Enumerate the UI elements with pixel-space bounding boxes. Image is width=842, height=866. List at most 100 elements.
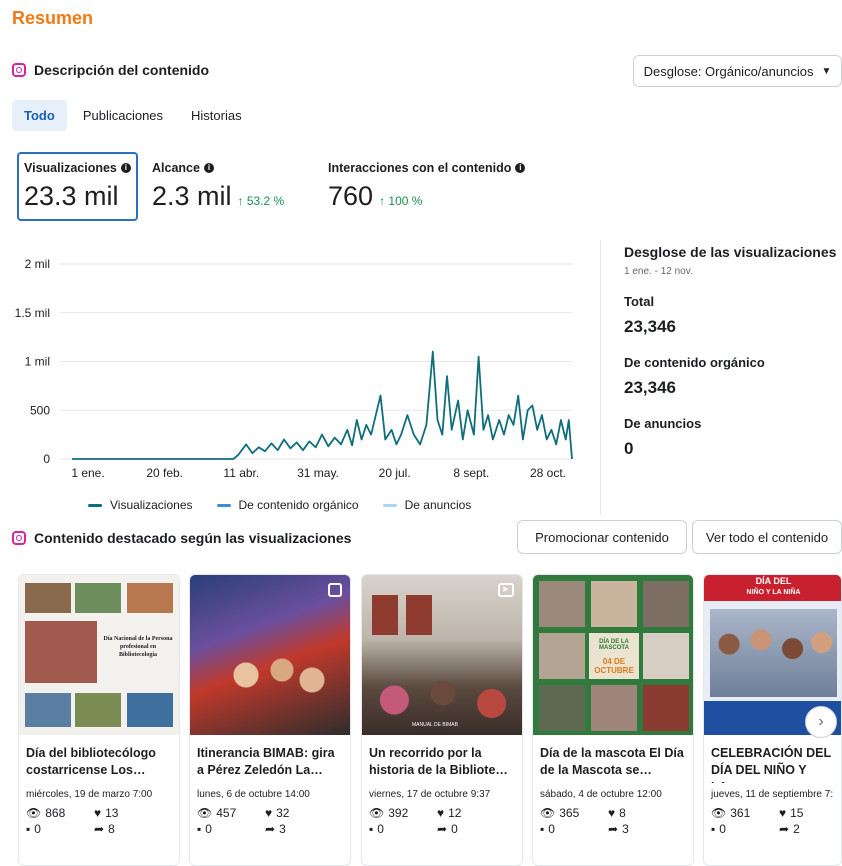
overview-header: Descripción del contenido xyxy=(12,62,209,78)
panel-item-ads: De anuncios 0 xyxy=(624,416,839,459)
panel-item-total: Total 23,346 xyxy=(624,294,839,337)
panel-item-value: 23,346 xyxy=(624,317,676,336)
content-card[interactable]: DÍA DE LA MASCOTA 04 DE OCTUBRE Día de la… xyxy=(532,574,694,866)
legend-label: De contenido orgánico xyxy=(238,498,359,512)
y-tick-label: 0 xyxy=(43,452,50,466)
likes-count: 13 xyxy=(105,806,119,820)
card-stats: 👁 868 ♥ 13 ▪ 0 ➦ 8 xyxy=(19,800,179,836)
heart-icon: ♥ xyxy=(265,806,273,820)
metric-change: ↑ 100 % xyxy=(379,194,423,208)
legend-swatch xyxy=(88,503,102,507)
card-thumbnail xyxy=(190,575,350,735)
view-all-content-button[interactable]: Ver todo el contenido xyxy=(692,520,842,554)
thumb-text: NIÑO Y LA NIÑA xyxy=(746,589,801,596)
views-count: 868 xyxy=(45,806,66,820)
y-tick-label: 2 mil xyxy=(25,257,50,271)
x-tick-label: 1 ene. xyxy=(71,466,104,480)
card-title: Día del bibliotecólogo costarricense Los… xyxy=(26,746,156,777)
content-tabs: Todo Publicaciones Historias xyxy=(12,100,254,131)
thumb-text: 04 DE OCTUBRE xyxy=(594,657,634,675)
card-stats: 👁 361 ♥ 15 ▪ 0 ➦ 2 xyxy=(704,800,841,836)
metric-visualizaciones-content: Visualizaciones i 23.3 mil xyxy=(24,161,131,212)
x-tick-label: 31 may. xyxy=(297,466,339,480)
overview-header-label: Descripción del contenido xyxy=(34,62,210,78)
comment-icon: ▪ xyxy=(26,822,31,836)
card-thumbnail: Día Nacional de la Persona profesional e… xyxy=(19,575,179,735)
info-icon[interactable]: i xyxy=(515,163,526,173)
metric-value: 23.3 mil xyxy=(24,181,119,211)
x-tick-label: 20 jul. xyxy=(379,466,411,480)
card-date: lunes, 6 de octubre 14:00 xyxy=(197,789,310,800)
tab-historias[interactable]: Historias xyxy=(179,100,254,131)
panel-item-label: De contenido orgánico xyxy=(624,355,765,370)
thumb-caption: MANUAL DE BIMAB xyxy=(412,722,458,728)
legend-label: De anuncios xyxy=(404,498,472,512)
metric-value: 760 xyxy=(328,181,374,211)
shares-count: 8 xyxy=(108,822,115,836)
metric-interacciones[interactable]: Interacciones con el contenido i 760 ↑ 100… xyxy=(328,161,526,212)
likes-count: 32 xyxy=(276,806,290,820)
shares-count: 3 xyxy=(279,822,286,836)
featured-header: Contenido destacado según las visualizac… xyxy=(12,530,351,546)
comments-count: 0 xyxy=(719,822,726,836)
comment-icon: ▪ xyxy=(369,822,374,836)
content-card[interactable]: Itinerancia BIMAB: gira a Pérez Zeledón … xyxy=(189,574,351,866)
card-thumbnail: DÍA DE LA MASCOTA 04 DE OCTUBRE xyxy=(533,575,693,735)
legend-swatch xyxy=(382,503,397,507)
tab-todo[interactable]: Todo xyxy=(12,100,67,131)
heart-icon: ♥ xyxy=(437,806,445,820)
likes-count: 8 xyxy=(619,806,626,820)
card-title: Itinerancia BIMAB: gira a Pérez Zeledón … xyxy=(197,746,335,777)
thumb-text: Día Nacional de la Persona profesional e… xyxy=(103,636,173,658)
share-icon: ➦ xyxy=(608,822,619,836)
carousel-next-button[interactable]: › xyxy=(805,706,837,738)
page-title: Resumen xyxy=(12,8,94,28)
share-icon: ➦ xyxy=(94,822,105,836)
card-title: Día de la mascota El Día de la Mascota s… xyxy=(540,746,684,777)
content-card[interactable]: MANUAL DE BIMAB ▶ Un recorrido por la hi… xyxy=(361,574,523,866)
carousel-icon xyxy=(328,583,342,597)
thumb-banner: DÍA DEL NIÑO Y LA NIÑA xyxy=(704,575,841,601)
comment-icon: ▪ xyxy=(540,822,545,836)
views-count: 365 xyxy=(559,806,580,820)
metric-label: Interacciones con el contenido xyxy=(328,161,512,175)
views-count: 457 xyxy=(216,806,237,820)
legend-label: Visualizaciones xyxy=(110,498,193,512)
content-card[interactable]: Día Nacional de la Persona profesional e… xyxy=(18,574,180,866)
thumb-badge: DÍA DE LA MASCOTA 04 DE OCTUBRE xyxy=(589,633,639,679)
tab-publicaciones[interactable]: Publicaciones xyxy=(71,100,175,131)
panel-item-value: 0 xyxy=(624,439,634,458)
thumb-text: DÍA DEL xyxy=(755,576,792,586)
panel-item-label: De anuncios xyxy=(624,416,702,431)
shares-count: 3 xyxy=(622,822,629,836)
card-stats: 👁 457 ♥ 32 ▪ 0 ➦ 3 xyxy=(190,800,350,836)
breakdown-dropdown-label: Desglose: Orgánico/anuncios xyxy=(643,63,814,79)
featured-header-label: Contenido destacado según las visualizac… xyxy=(34,530,352,546)
y-tick-label: 1 mil xyxy=(25,355,50,369)
panel-date-range: 1 ene. - 12 nov. xyxy=(624,266,693,277)
eye-icon: 👁 xyxy=(197,806,213,820)
video-icon: ▶ xyxy=(498,583,514,597)
comments-count: 0 xyxy=(205,822,212,836)
comment-icon: ▪ xyxy=(711,822,716,836)
comment-icon: ▪ xyxy=(197,822,202,836)
metric-label: Alcance xyxy=(152,161,200,175)
metric-alcance[interactable]: Alcance i 2.3 mil ↑ 53.2 % xyxy=(152,161,284,212)
promote-content-button[interactable]: Promocionar contenido xyxy=(517,520,687,554)
info-icon[interactable]: i xyxy=(120,163,131,173)
x-tick-label: 8 sept. xyxy=(453,466,489,480)
info-icon[interactable]: i xyxy=(203,163,214,173)
panel-item-organic: De contenido orgánico 23,346 xyxy=(624,355,839,398)
card-stats: 👁 392 ♥ 12 ▪ 0 ➦ 0 xyxy=(362,800,522,836)
panel-title: Desglose de las visualizaciones xyxy=(624,244,837,260)
views-line-chart: 2 mil 1.5 mil 1 mil 500 0 1 ene. 20 feb. 11 abr… xyxy=(15,257,573,480)
heart-icon: ♥ xyxy=(779,806,787,820)
panel-divider xyxy=(600,240,601,515)
breakdown-dropdown[interactable]: Desglose: Orgánico/anuncios ▼ xyxy=(633,55,842,87)
card-date: jueves, 11 de septiembre 7: xyxy=(711,789,834,800)
legend-item: De contenido orgánico xyxy=(216,498,359,512)
comments-count: 0 xyxy=(377,822,384,836)
panel-item-value: 23,346 xyxy=(624,378,676,397)
card-date: sábado, 4 de octubre 12:00 xyxy=(540,789,662,800)
eye-icon: 👁 xyxy=(711,806,727,820)
